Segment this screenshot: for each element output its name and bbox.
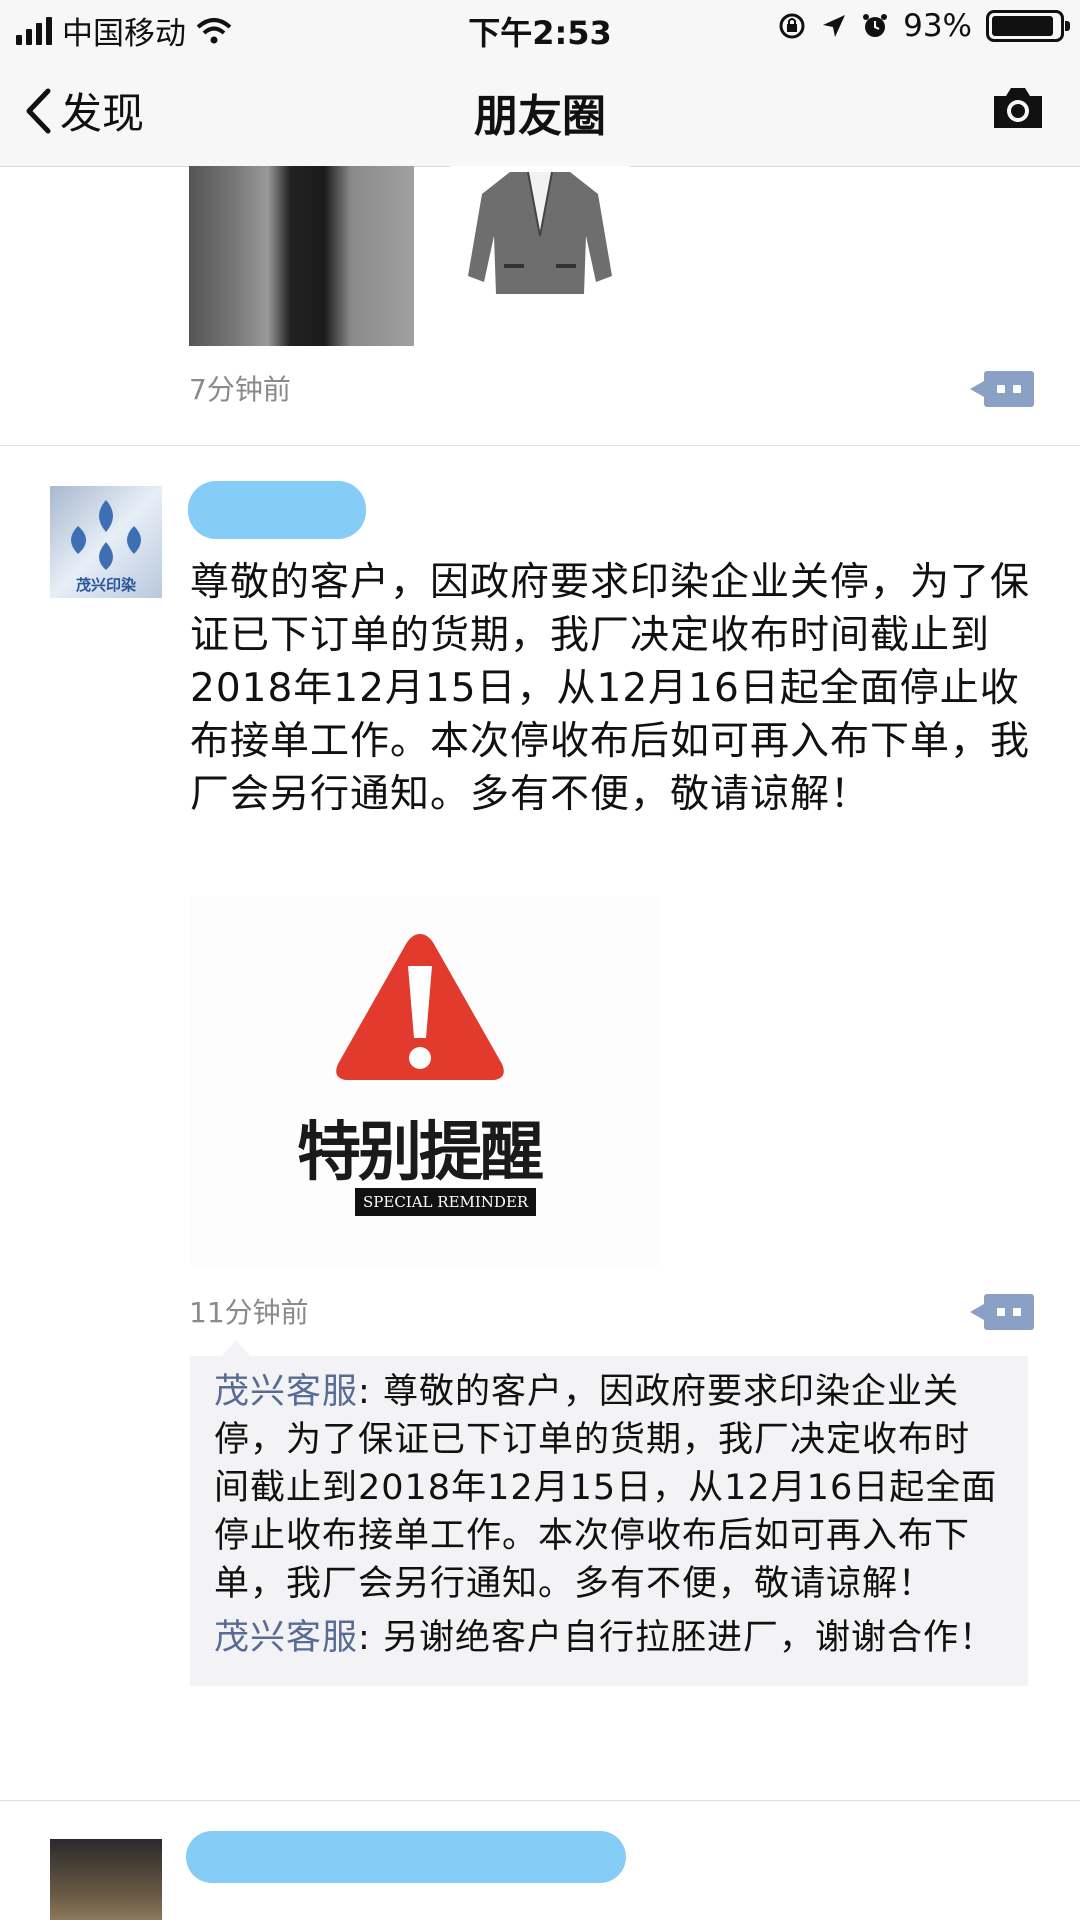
location-arrow-icon — [823, 15, 846, 37]
reminder-title: 特别提醒 — [297, 1115, 544, 1190]
status-right: 93% — [777, 8, 1070, 44]
avatar[interactable] — [50, 1839, 162, 1920]
moment-post: 茂兴印染 尊敬的客户，因政府要求印染企业关停，为了保证已下订单的货期，我厂决定收… — [0, 446, 1080, 1801]
post-content: 尊敬的客户，因政府要求印染企业关停，为了保证已下订单的货期，我厂决定收布时间截止… — [190, 560, 1031, 817]
nav-bar: 发现 朋友圈 — [0, 54, 1080, 167]
svg-text:茂兴印染: 茂兴印染 — [76, 576, 137, 594]
company-logo: 茂兴印染 — [71, 500, 141, 594]
status-bar: 中国移动 下午2:53 93% — [0, 0, 1080, 54]
moments-feed[interactable]: 7分钟前 茂兴印染 尊敬的客户，因政府要求印染企业关停，为了保证已下订单的货期，… — [0, 166, 1080, 1920]
reminder-subtitle: SPECIAL REMINDER — [355, 1188, 537, 1216]
comment-separator: : — [358, 1618, 383, 1658]
page-title: 朋友圈 — [474, 91, 606, 142]
post-photo[interactable]: 特别提醒 SPECIAL REMINDER — [190, 896, 660, 1266]
jacket-image — [468, 171, 612, 294]
comment-text: 另谢绝客户自行拉胚进厂，谢谢合作！ — [382, 1618, 995, 1658]
moment-post — [0, 1801, 1080, 1920]
post-photo[interactable] — [450, 166, 630, 346]
avatar[interactable]: 茂兴印染 — [50, 486, 162, 598]
comment-more-button[interactable] — [970, 371, 1034, 407]
comment-author[interactable]: 茂兴客服 — [214, 1618, 358, 1658]
warning-triangle-icon — [336, 934, 504, 1080]
rotation-lock-icon — [779, 13, 805, 39]
alarm-icon — [863, 14, 888, 37]
username-redacted[interactable] — [186, 1831, 626, 1883]
battery-icon — [986, 10, 1070, 42]
camera-icon[interactable] — [990, 84, 1046, 132]
comment-more-button[interactable] — [970, 1294, 1034, 1330]
comment-separator: : — [358, 1372, 383, 1412]
comment-list: 茂兴客服: 尊敬的客户，因政府要求印染企业关停，为了保证已下订单的货期，我厂决定… — [190, 1340, 1028, 1686]
moment-post: 7分钟前 — [0, 166, 1080, 446]
post-time: 11分钟前 — [189, 1296, 309, 1329]
comment-item[interactable]: 茂兴客服: 另谢绝客户自行拉胚进厂，谢谢合作！ — [214, 1614, 1004, 1662]
comment-item[interactable]: 茂兴客服: 尊敬的客户，因政府要求印染企业关停，为了保证已下订单的货期，我厂决定… — [214, 1368, 1004, 1608]
battery-percent: 93% — [903, 8, 972, 44]
post-photo[interactable] — [189, 166, 414, 346]
comment-author[interactable]: 茂兴客服 — [214, 1372, 358, 1412]
username-redacted[interactable] — [188, 481, 366, 539]
post-time: 7分钟前 — [189, 373, 291, 406]
